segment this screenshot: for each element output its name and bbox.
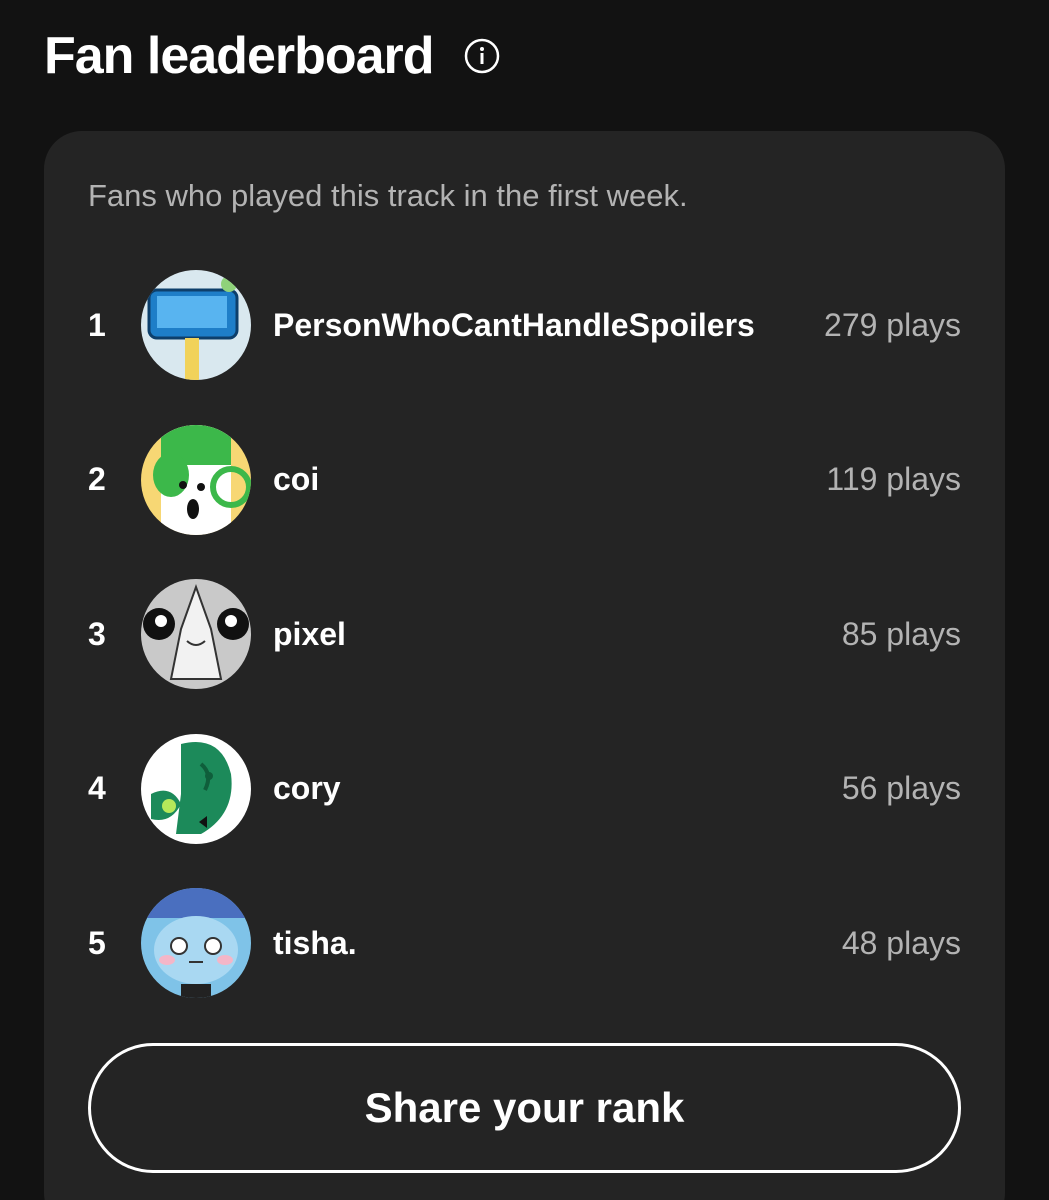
page-title: Fan leaderboard — [44, 27, 435, 85]
fan-row[interactable]: 4 cory 56 plays — [44, 712, 1005, 867]
info-icon[interactable] — [464, 38, 500, 74]
fan-row[interactable]: 5 tisha. 48 plays — [44, 866, 1005, 1021]
header: Fan leaderboard — [44, 26, 500, 86]
fan-rank: 2 — [88, 461, 106, 498]
fan-play-count: 48 plays — [841, 924, 961, 961]
fan-row[interactable]: 3 pixel 85 plays — [44, 557, 1005, 712]
fan-name[interactable]: cory — [273, 770, 341, 807]
fan-name[interactable]: PersonWhoCantHandleSpoilers — [273, 307, 755, 344]
fan-row[interactable]: 1 PersonWhoCantHandleSpoilers 279 plays — [44, 248, 1005, 403]
fan-name[interactable]: pixel — [273, 616, 346, 653]
leaderboard-card: Fans who played this track in the first … — [44, 131, 1005, 1200]
fan-rank: 4 — [88, 770, 106, 807]
fan-play-count: 85 plays — [841, 615, 961, 652]
fan-list: 1 PersonWhoCantHandleSpoilers 279 plays … — [44, 248, 1005, 1021]
avatar[interactable] — [141, 424, 251, 535]
fan-play-count: 56 plays — [841, 770, 961, 807]
fan-name[interactable]: tisha. — [273, 925, 357, 962]
avatar[interactable] — [141, 579, 251, 690]
fan-leaderboard-page: Fan leaderboard Fans who played this tra… — [0, 0, 1049, 1200]
leaderboard-subtitle: Fans who played this track in the first … — [88, 178, 688, 213]
avatar[interactable] — [141, 270, 251, 381]
fan-play-count: 119 plays — [826, 461, 961, 498]
fan-rank: 3 — [88, 615, 106, 652]
fan-rank: 5 — [88, 924, 106, 961]
avatar[interactable] — [141, 888, 251, 999]
share-rank-button[interactable]: Share your rank — [88, 1043, 961, 1173]
fan-name[interactable]: coi — [273, 461, 319, 498]
avatar[interactable] — [141, 733, 251, 844]
fan-play-count: 279 plays — [824, 306, 961, 343]
fan-row[interactable]: 2 coi 119 plays — [44, 403, 1005, 558]
fan-rank: 1 — [88, 306, 106, 343]
